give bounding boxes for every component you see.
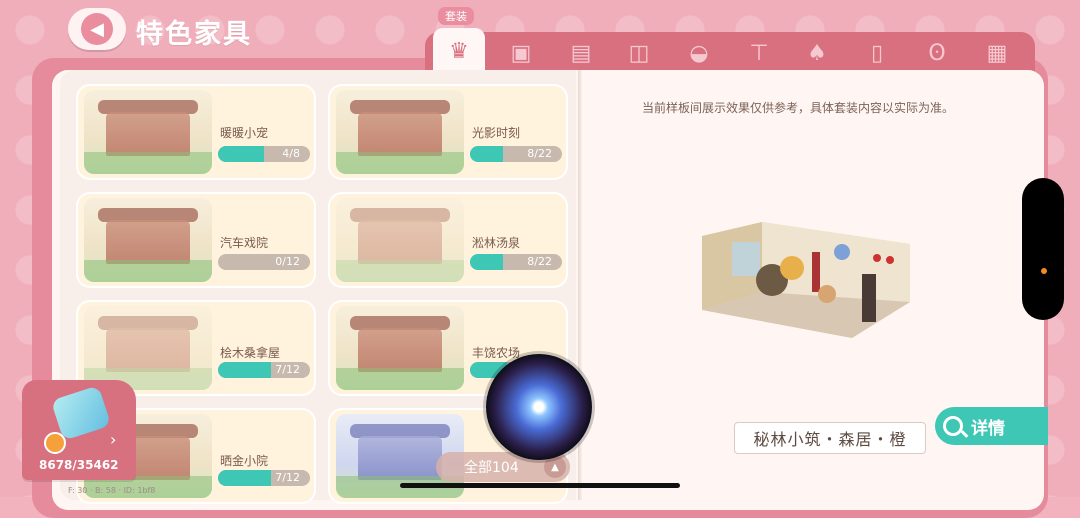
set-name-plate: 秘林小筑・森居・橙: [734, 422, 926, 454]
set-thumbnail: [84, 198, 212, 282]
table-icon: ⊤: [749, 40, 769, 66]
page-title: 特色家具: [136, 19, 252, 50]
chevron-right-icon: ›: [110, 430, 117, 449]
set-progress-text: 0/12: [275, 255, 300, 268]
side-handle[interactable]: [1022, 178, 1064, 320]
fridge-icon: ▯: [870, 40, 884, 66]
sofa-icon: ▣: [510, 40, 532, 66]
set-thumbnail: [336, 306, 464, 390]
set-card[interactable]: 淞林汤泉 8/22: [328, 192, 568, 288]
set-progress-text: 7/12: [275, 363, 300, 376]
set-name: 桧木桑拿屋: [220, 346, 281, 360]
tab-table[interactable]: ⊤: [733, 32, 785, 74]
tab-storage[interactable]: ▯: [851, 32, 903, 74]
set-progress-text: 7/12: [275, 471, 300, 484]
set-progress-text: 4/8: [282, 147, 300, 160]
filter-label: 全部104: [464, 460, 519, 476]
set-progress-bar: 7/12: [218, 362, 310, 378]
set-name: 丰饶农场: [472, 346, 521, 360]
set-card[interactable]: 暖暖小宠 4/8: [76, 84, 316, 180]
debug-overlay: F: 30 · B: 58 · ID: 1bf8: [68, 486, 156, 495]
tab-walls[interactable]: ▦: [971, 32, 1023, 74]
home-indicator[interactable]: [400, 483, 680, 488]
set-thumbnail: [336, 90, 464, 174]
set-card[interactable]: 光影时刻 8/22: [328, 84, 568, 180]
siri-orb: [486, 354, 592, 460]
set-name: 晒金小院: [220, 454, 269, 468]
set-progress-text: 8/22: [527, 147, 552, 160]
details-label: 详情: [971, 418, 1005, 439]
collection-badge-icon: [44, 432, 66, 454]
tab-lamp[interactable]: ♠: [791, 32, 843, 74]
armchair-set-icon: ♛: [449, 38, 469, 64]
back-arrow-icon: ◀: [81, 13, 113, 45]
preview-notice: 当前样板间展示效果仅供参考，具体套装内容以实际为准。: [642, 101, 955, 115]
set-progress-bar: 4/8: [218, 146, 310, 162]
indicator-dot: [1041, 268, 1047, 274]
set-progress-bar: 8/22: [470, 146, 562, 162]
active-tab-label: 套装: [438, 7, 474, 25]
lamp-icon: ♠: [807, 40, 827, 66]
room-preview: [702, 222, 910, 338]
collection-count: 8678/35462: [39, 458, 119, 472]
set-name: 淞林汤泉: [472, 236, 521, 250]
back-button[interactable]: ◀: [68, 8, 126, 50]
bathtub-icon: ◒: [689, 40, 709, 66]
set-progress-bar: 7/12: [218, 470, 310, 486]
set-progress-bar: 8/22: [470, 254, 562, 270]
set-name: 光影时刻: [472, 126, 521, 140]
set-card[interactable]: 汽车戏院 0/12: [76, 192, 316, 288]
tab-bed[interactable]: ▤: [555, 32, 607, 74]
search-icon: [943, 416, 963, 436]
teddy-bear-icon: ʘ: [928, 40, 946, 66]
set-name: 汽车戏院: [220, 236, 269, 250]
tab-set[interactable]: ♛: [433, 28, 485, 74]
details-button[interactable]: 详情: [935, 407, 1048, 445]
set-name: 暖暖小宠: [220, 126, 269, 140]
tab-toys[interactable]: ʘ: [911, 32, 963, 74]
oven-icon: ◫: [628, 40, 650, 66]
wall-brick-icon: ▦: [986, 40, 1008, 66]
tab-bath[interactable]: ◒: [673, 32, 725, 74]
bed-icon: ▤: [570, 40, 592, 66]
set-thumbnail: [336, 198, 464, 282]
set-progress-text: 8/22: [527, 255, 552, 268]
set-thumbnail: [84, 90, 212, 174]
tab-kitchen[interactable]: ◫: [613, 32, 665, 74]
collection-ribbon[interactable]: › 8678/35462: [22, 380, 136, 480]
tab-sofa[interactable]: ▣: [495, 32, 547, 74]
category-tab-bar: ♛ ▣ ▤ ◫ ◒ ⊤ ♠ ▯ ʘ ▦: [425, 28, 1035, 74]
set-progress-bar: 0/12: [218, 254, 310, 270]
set-thumbnail: [84, 306, 212, 390]
